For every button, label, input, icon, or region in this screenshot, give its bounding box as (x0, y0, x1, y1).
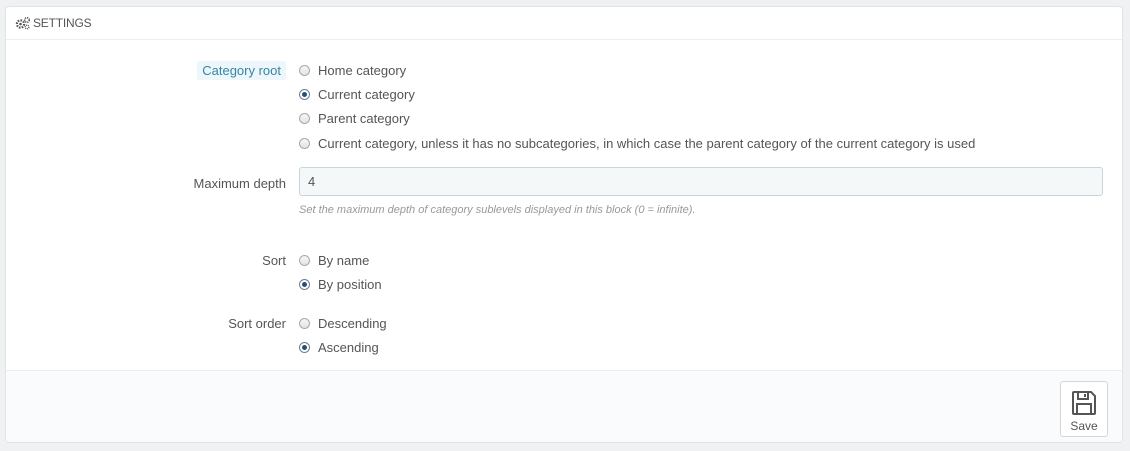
radio-button[interactable] (299, 138, 310, 149)
radio-current-or-parent-category[interactable]: Current category, unless it has no subca… (299, 136, 975, 151)
radio-current-category[interactable]: Current category (299, 87, 415, 102)
radio-label: By name (318, 253, 370, 268)
radio-button[interactable] (299, 255, 310, 266)
radio-sort-ascending[interactable]: Ascending (299, 340, 379, 355)
panel-heading: Settings (6, 7, 1122, 40)
radio-label: Home category (318, 63, 407, 78)
floppy-disk-icon (1072, 391, 1096, 415)
settings-panel: Settings Category root Home category Cur… (5, 6, 1123, 443)
radio-label: Current category, unless it has no subca… (318, 136, 976, 151)
maximum-depth-help: Set the maximum depth of category sublev… (299, 204, 696, 216)
maximum-depth-input[interactable]: 4 (299, 167, 1103, 196)
radio-button[interactable] (299, 279, 310, 290)
radio-button[interactable] (299, 342, 310, 353)
save-button[interactable]: Save (1060, 381, 1108, 437)
cogs-icon (15, 16, 31, 30)
radio-label: Ascending (318, 340, 379, 355)
radio-parent-category[interactable]: Parent category (299, 111, 410, 126)
radio-label: Descending (318, 316, 387, 331)
panel-footer: Save (6, 370, 1122, 442)
maximum-depth-value: 4 (308, 174, 316, 189)
radio-label: Parent category (318, 111, 410, 126)
radio-button[interactable] (299, 318, 310, 329)
sort-label: Sort (262, 253, 286, 268)
radio-home-category[interactable]: Home category (299, 63, 406, 78)
radio-label: By position (318, 277, 382, 292)
category-root-label: Category root (197, 61, 286, 80)
radio-button[interactable] (299, 89, 310, 100)
radio-label: Current category (318, 87, 415, 102)
radio-button[interactable] (299, 65, 310, 76)
radio-sort-descending[interactable]: Descending (299, 316, 387, 331)
radio-sort-by-position[interactable]: By position (299, 277, 382, 292)
save-label: Save (1070, 419, 1098, 433)
panel-title: Settings (33, 16, 92, 30)
sort-order-label: Sort order (228, 316, 286, 331)
maximum-depth-label: Maximum depth (193, 176, 286, 191)
radio-button[interactable] (299, 113, 310, 124)
radio-sort-by-name[interactable]: By name (299, 253, 369, 268)
